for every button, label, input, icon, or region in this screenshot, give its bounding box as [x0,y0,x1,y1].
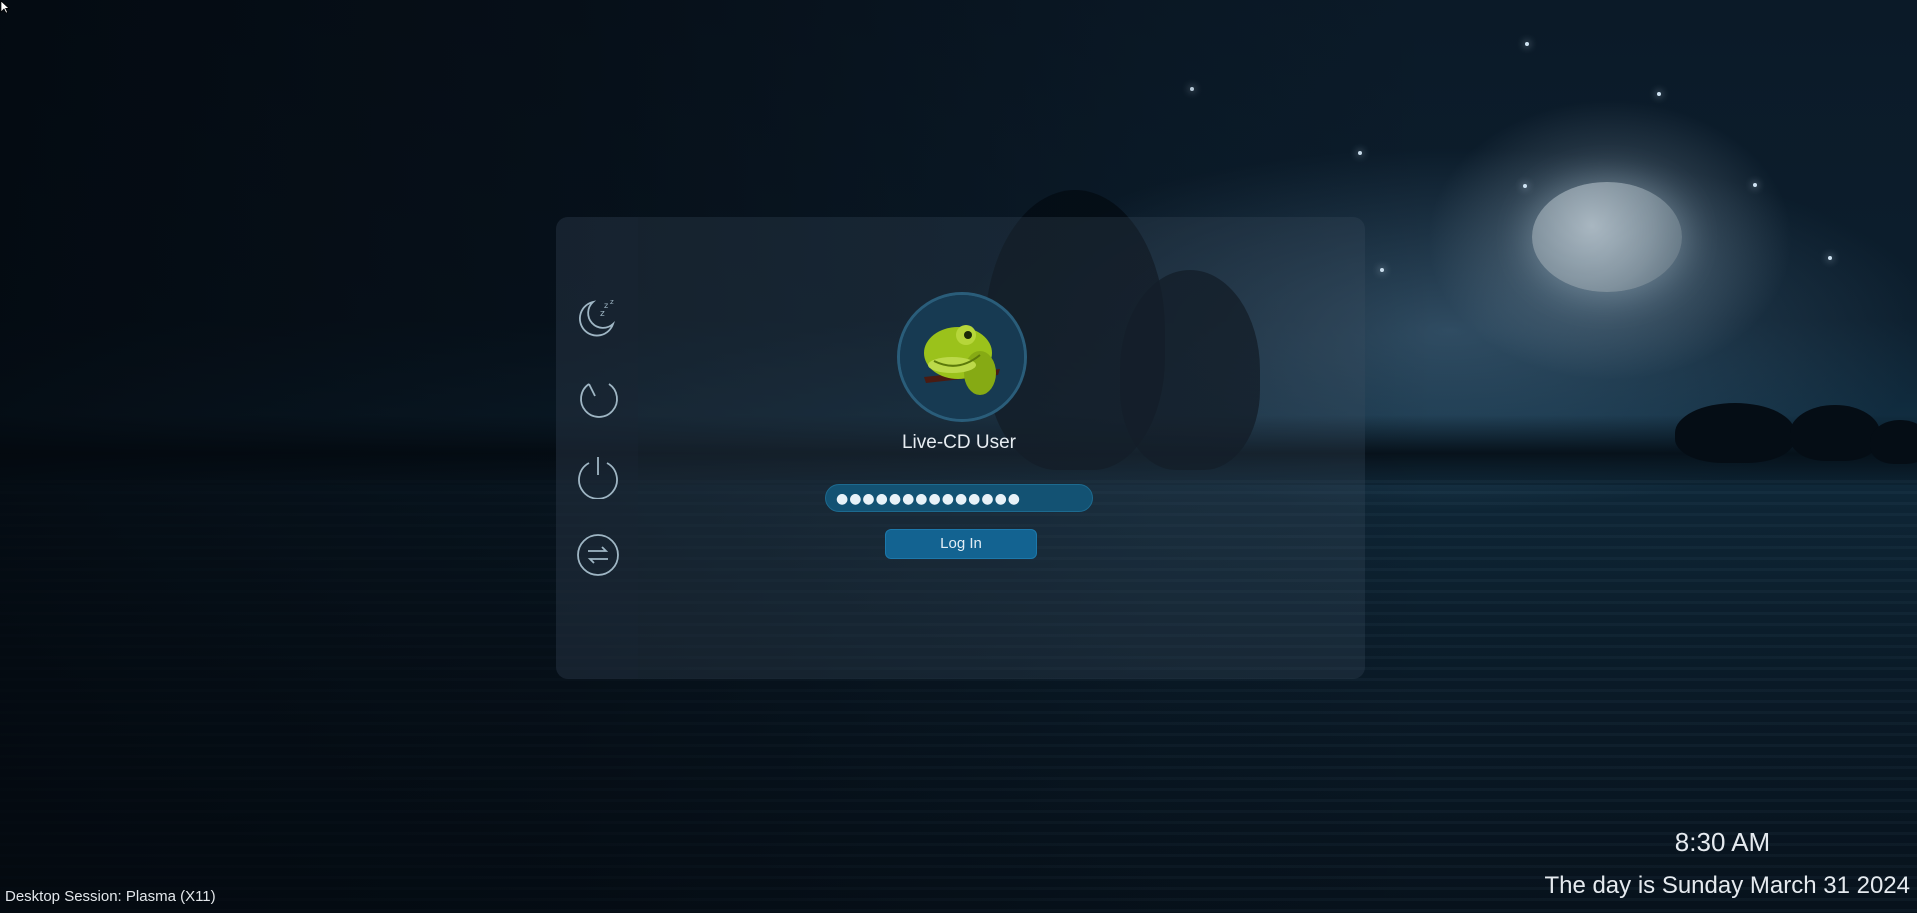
user-name-label: Live-CD User [901,432,1017,453]
login-button[interactable]: Log In [885,529,1037,559]
clock-time: 8:30 AM [1674,827,1771,857]
chameleon-avatar-icon [900,295,1024,419]
power-actions-bar [556,217,638,679]
switch-user-button[interactable] [575,532,621,578]
clock-date: The day is Sunday March 31 2024 [1544,872,1910,899]
session-selector[interactable]: Desktop Session: Plasma (X11) [5,888,216,905]
mouse-cursor-icon [0,0,10,14]
svg-text:z: z [600,309,605,319]
shutdown-icon [578,457,618,499]
shutdown-button[interactable] [575,453,621,499]
restart-icon [580,383,618,418]
sleep-button[interactable]: z z z [575,294,621,340]
restart-button[interactable] [575,374,621,420]
user-avatar[interactable] [897,292,1027,422]
password-input[interactable]: ●●●●●●●●●●●●●● [825,484,1093,512]
svg-text:z: z [610,298,614,306]
sleep-icon: z z z [579,298,615,337]
switch-user-icon [577,534,619,576]
